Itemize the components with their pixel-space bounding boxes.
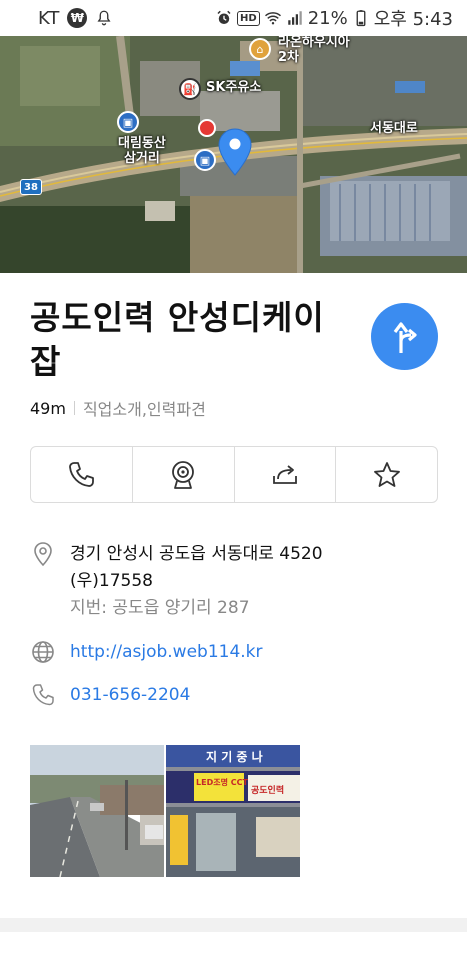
map-label-road: 서동대로	[370, 121, 418, 136]
carrier-label: KT	[38, 7, 60, 29]
sign-text-1: 지 기 중 나	[206, 749, 263, 764]
place-header: 공도인력 안성디케이잡 49m 직업소개,인력파견	[30, 296, 350, 420]
alarm-icon	[215, 9, 233, 27]
route-number-badge: 38	[20, 179, 42, 195]
globe-icon	[30, 639, 58, 667]
directions-button[interactable]	[371, 303, 438, 370]
save-button[interactable]	[336, 447, 437, 502]
map-label-sk-station: SK주유소	[206, 80, 262, 95]
call-button[interactable]	[31, 447, 133, 502]
photo-thumbnail-street[interactable]	[30, 745, 164, 877]
status-bar: KT ₩ HD 21% 오후 5:43	[0, 0, 467, 36]
phone-link[interactable]: 031-656-2204	[70, 682, 190, 710]
photo-gallery: 지 기 중 나 LED조명 CCTV전문 공도인력	[30, 745, 300, 877]
action-bar	[30, 446, 438, 503]
current-location-marker[interactable]	[198, 119, 216, 137]
apartment-poi-icon[interactable]: ⌂	[249, 38, 271, 60]
gas-station-icon[interactable]: ⛽	[179, 78, 201, 100]
address-row: 경기 안성시 공도읍 서동대로 4520 (우)17558 지번: 공도읍 양기…	[30, 541, 323, 622]
wifi-icon	[264, 9, 282, 27]
place-title: 공도인력 안성디케이잡	[30, 298, 325, 381]
place-meta: 49m 직업소개,인력파견	[30, 396, 350, 420]
share-button[interactable]	[235, 447, 337, 502]
distance-label: 49m	[30, 398, 66, 418]
meta-divider	[73, 401, 75, 415]
roadview-icon	[172, 460, 195, 489]
battery-icon	[352, 9, 370, 27]
map-label-top-poi: 라온하우시아 2차	[278, 36, 350, 65]
phone-icon	[69, 461, 95, 487]
location-pin-icon[interactable]	[218, 128, 252, 176]
map-label-bus-stop: 대림동산 삼거리	[118, 136, 166, 166]
phone-row: 031-656-2204	[30, 682, 190, 710]
map-view[interactable]: 라온하우시아 2차 ⌂ ⛽ SK주유소 ▣ 대림동산 삼거리 ▣ 서동대로 38	[0, 36, 467, 273]
directions-icon	[393, 321, 417, 353]
bell-icon	[95, 9, 113, 27]
signal-icon	[286, 9, 304, 27]
hd-voice-icon: HD	[237, 10, 260, 26]
won-icon: ₩	[67, 8, 88, 28]
photo-thumbnail-storefront[interactable]: 지 기 중 나 LED조명 CCTV전문 공도인력	[166, 745, 300, 877]
clock: 오후 5:43	[373, 9, 453, 30]
phone-small-icon	[30, 682, 58, 710]
website-row: http://asjob.web114.kr	[30, 639, 263, 667]
bus-stop-icon-2[interactable]: ▣	[194, 149, 216, 171]
category-label: 직업소개,인력파견	[82, 400, 206, 419]
postal-code: (우)17558	[70, 571, 153, 591]
sign-text-3: 공도인력	[251, 784, 284, 796]
location-icon	[30, 541, 58, 569]
website-link[interactable]: http://asjob.web114.kr	[70, 639, 263, 667]
star-icon	[373, 461, 400, 487]
section-divider	[0, 918, 467, 932]
share-icon	[272, 464, 297, 484]
bus-stop-icon[interactable]: ▣	[117, 111, 139, 133]
address-text[interactable]: 경기 안성시 공도읍 서동대로 4520	[70, 541, 323, 568]
address-block: 경기 안성시 공도읍 서동대로 4520 (우)17558 지번: 공도읍 양기…	[70, 541, 323, 622]
battery-percent: 21%	[307, 7, 348, 29]
street-view-button[interactable]	[133, 447, 235, 502]
lot-address: 지번: 공도읍 양기리 287	[70, 598, 250, 618]
